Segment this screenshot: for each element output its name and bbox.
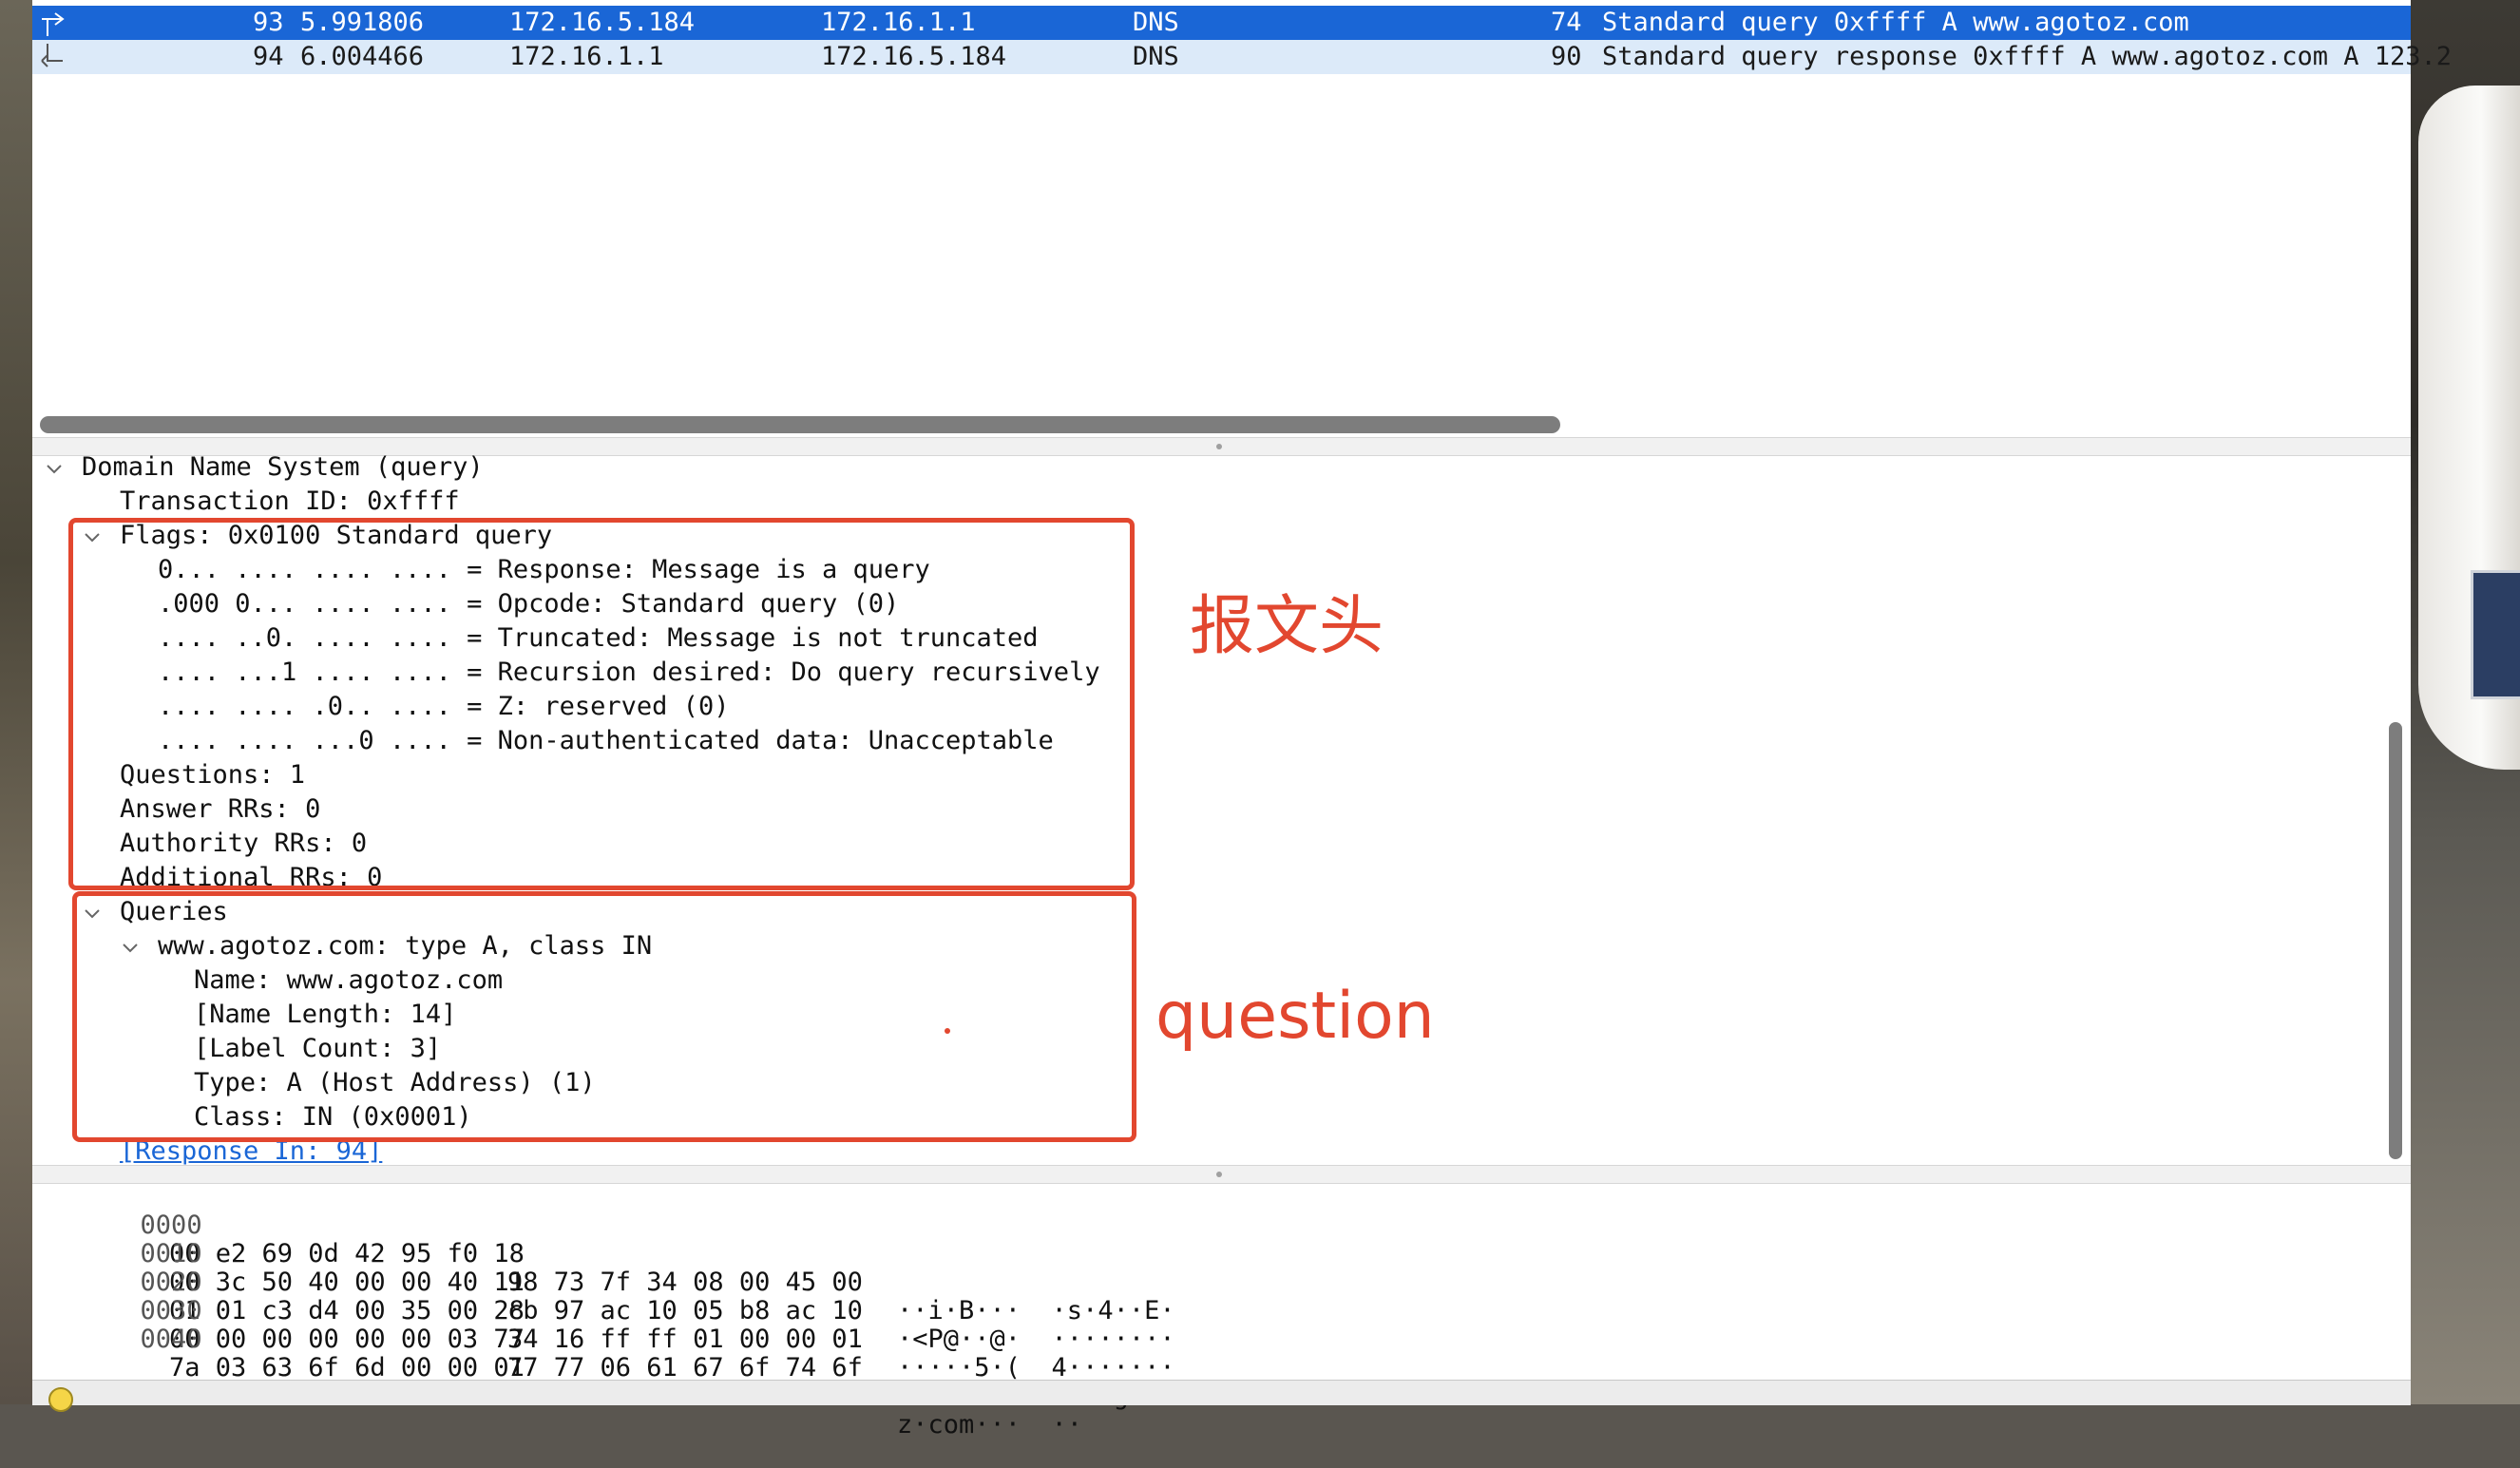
- question-annotation-label: question: [1155, 979, 1435, 1054]
- packet-destination: 172.16.5.184: [821, 42, 1007, 71]
- status-bar: [32, 1380, 2411, 1412]
- hex-bytes: 00 00 00 00 00 00 03 77: [169, 1325, 525, 1354]
- hex-ascii: ·<P@··@· ········: [897, 1325, 1175, 1354]
- question-highlight-box: [72, 891, 1136, 1142]
- packet-no: 94: [253, 42, 284, 71]
- packet-length: 74: [1551, 8, 1582, 37]
- pane-splitter[interactable]: [32, 1165, 2411, 1184]
- hex-bytes: 7a 03 63 6f 6d 00 00 01: [169, 1353, 525, 1382]
- splitter-handle-icon: [1216, 1172, 1222, 1177]
- hex-row[interactable]: 0040 7a 03 63 6f 6d 00 00 01 00 01 z·com…: [48, 1297, 1083, 1439]
- hex-bytes: cb 97 ac 10 05 b8 ac 10: [507, 1296, 863, 1325]
- packet-row[interactable]: 93 5.991806 172.16.5.184 172.16.1.1 DNS …: [32, 6, 2411, 40]
- tree-item-transaction-id[interactable]: Transaction ID: 0xffff: [120, 485, 460, 519]
- tree-item-dns[interactable]: Domain Name System (query): [82, 450, 484, 485]
- hex-bytes: 98 73 7f 34 08 00 45 00: [507, 1268, 863, 1297]
- wireshark-window: 93 5.991806 172.16.5.184 172.16.1.1 DNS …: [32, 0, 2452, 1439]
- hex-bytes: 00 e2 69 0d 42 95 f0 18: [169, 1239, 525, 1268]
- hex-bytes: 01 01 c3 d4 00 35 00 28: [169, 1296, 525, 1325]
- desktop-background-left: [0, 0, 32, 1404]
- packet-no: 93: [253, 8, 284, 37]
- hex-ascii: ··i·B··· ·s·4··E·: [897, 1296, 1175, 1325]
- hex-bytes: 00 3c 50 40 00 00 40 11: [169, 1268, 525, 1297]
- hex-offset: 0040: [140, 1325, 202, 1354]
- packet-protocol: DNS: [1133, 8, 1179, 37]
- packet-source: 172.16.1.1: [509, 42, 664, 71]
- collapse-chevron-icon[interactable]: [44, 458, 65, 479]
- packet-list-horizontal-scrollbar[interactable]: [40, 416, 1560, 433]
- header-annotation-label: 报文头: [1190, 589, 1384, 664]
- packet-time: 5.991806: [300, 8, 425, 37]
- packet-time: 6.004466: [300, 42, 425, 71]
- packet-protocol: DNS: [1133, 42, 1179, 71]
- hex-row[interactable]: 0030 00 00 00 00 00 00 03 77 77 77 06 61…: [48, 1268, 1175, 1411]
- packet-info: Standard query response 0xffff A www.ago…: [1602, 42, 2453, 71]
- annotation-dot: [945, 1028, 950, 1034]
- details-vertical-scrollbar[interactable]: [2389, 722, 2402, 1159]
- hex-ascii: ·····5·( 4·······: [897, 1353, 1175, 1382]
- status-indicator-icon[interactable]: [48, 1386, 74, 1413]
- packet-row[interactable]: 94 6.004466 172.16.1.1 172.16.5.184 DNS …: [32, 40, 2452, 74]
- packet-length: 90: [1551, 42, 1582, 71]
- hex-row[interactable]: 0010 00 3c 50 40 00 00 40 11 cb 97 ac 10…: [48, 1211, 1175, 1354]
- packet-destination: 172.16.1.1: [821, 8, 976, 37]
- splitter-handle-icon: [1216, 444, 1222, 449]
- related-packet-arrow-icon: [41, 44, 63, 67]
- packet-info: Standard query 0xffff A www.agotoz.com: [1602, 8, 2189, 37]
- related-packet-arrow-icon: [42, 12, 65, 36]
- hex-bytes: 34 16 ff ff 01 00 00 01: [507, 1325, 863, 1354]
- desktop-license-plate: [2471, 570, 2520, 699]
- header-highlight-box: [68, 518, 1135, 890]
- hex-row[interactable]: 0000 00 e2 69 0d 42 95 f0 18 98 73 7f 34…: [48, 1183, 1175, 1325]
- hex-ascii: z·com··· ··: [897, 1410, 1083, 1439]
- packet-source: 172.16.5.184: [509, 8, 696, 37]
- hex-row[interactable]: 0020 01 01 c3 d4 00 35 00 28 34 16 ff ff…: [48, 1240, 1175, 1382]
- hex-bytes: 77 77 06 61 67 6f 74 6f: [507, 1353, 863, 1382]
